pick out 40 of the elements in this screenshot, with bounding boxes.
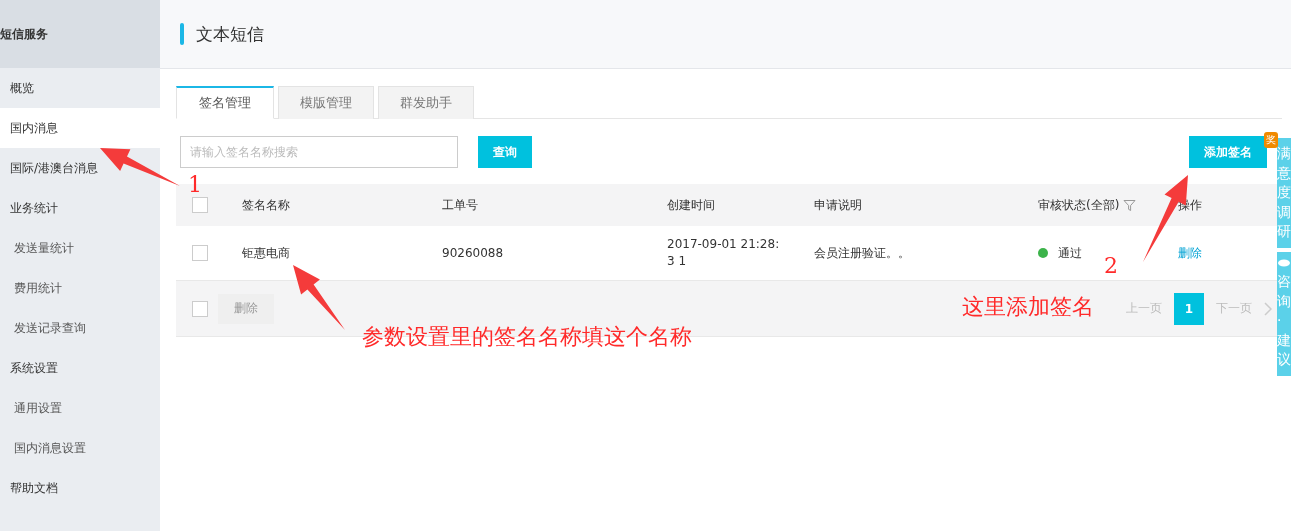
checkbox[interactable] xyxy=(192,245,208,261)
chat-icon xyxy=(1277,257,1291,268)
table-cell-text: 会员注册验证。。 xyxy=(814,244,911,262)
tab[interactable]: 模版管理 xyxy=(278,86,374,119)
sidebar-item[interactable]: 发送量统计 xyxy=(0,228,160,268)
sidebar-item[interactable]: 国内消息 xyxy=(0,108,160,148)
annotation-text: 这里添加签名 xyxy=(962,293,1094,321)
reward-badge: 奖 xyxy=(1264,132,1278,148)
page-title: 文本短信 xyxy=(196,22,264,46)
sidebar-item[interactable]: 国际/港澳台消息 xyxy=(0,148,160,188)
annotation-text: 参数设置里的签名名称填这个名称 xyxy=(362,323,692,351)
table-cell-text: 钜惠电商 xyxy=(242,244,291,262)
sidebar-item[interactable]: 发送记录查询 xyxy=(0,308,160,348)
sidebar-item[interactable]: 国内消息设置 xyxy=(0,428,160,468)
sidebar-item[interactable]: 费用统计 xyxy=(0,268,160,308)
annotation-arrow xyxy=(293,265,345,330)
sidebar-item[interactable]: 通用设置 xyxy=(0,388,160,428)
checkbox[interactable] xyxy=(192,197,208,213)
table-cell-text: 2017-09-01 21:28:3 1 xyxy=(667,236,781,270)
column-header: 审核状态(全部) xyxy=(1038,196,1120,214)
filter-icon[interactable] xyxy=(1123,198,1137,212)
table-cell-text: 90260088 xyxy=(442,246,505,260)
title-accent-bar xyxy=(180,23,184,45)
annotation-text: 1 xyxy=(188,172,202,197)
sidebar-item[interactable]: 业务统计 xyxy=(0,188,160,228)
checkbox[interactable] xyxy=(192,300,208,317)
column-header: 创建时间 xyxy=(667,196,716,214)
sidebar-item[interactable]: 帮助文档 xyxy=(0,468,160,508)
sidebar-item[interactable]: 系统设置 xyxy=(0,348,160,388)
annotation-text: 2 xyxy=(1104,253,1118,278)
column-header: 申请说明 xyxy=(814,196,863,214)
sidebar-title: 短信服务 xyxy=(0,0,160,68)
tab[interactable]: 签名管理 xyxy=(176,86,274,119)
column-header: 签名名称 xyxy=(242,196,291,214)
status-text: 通过 xyxy=(1058,244,1082,262)
column-header: 工单号 xyxy=(442,196,479,214)
search-field[interactable]: 请输入签名名称搜索 xyxy=(180,136,458,168)
sidebar-item[interactable]: 概览 xyxy=(0,68,160,108)
tab[interactable]: 群发助手 xyxy=(378,86,474,119)
chevron-right-icon[interactable] xyxy=(1264,301,1272,316)
